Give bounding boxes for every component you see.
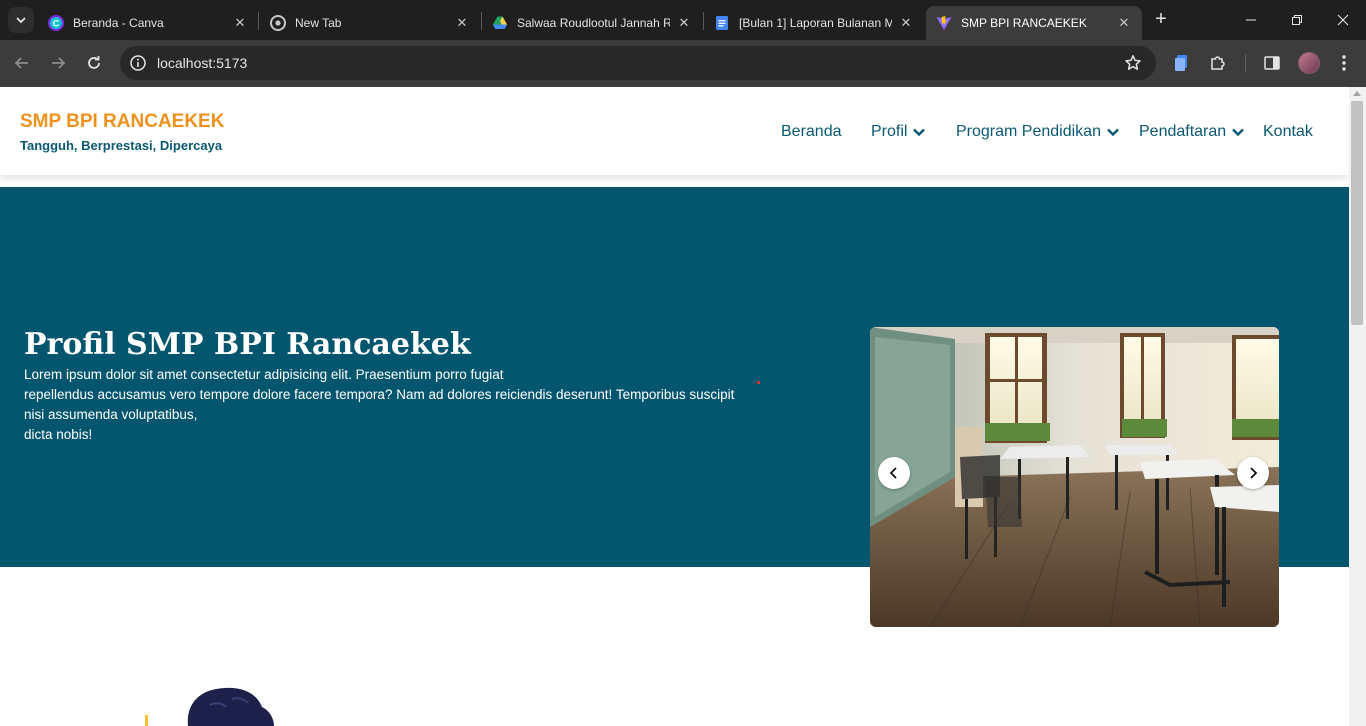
side-panel-button[interactable]	[1262, 53, 1282, 73]
vite-icon	[936, 15, 952, 31]
chevron-down-icon	[913, 128, 926, 137]
restore-button[interactable]	[1274, 0, 1320, 40]
scrollbar-thumb[interactable]	[1351, 101, 1363, 325]
hero-paragraph-line: nisi assumenda voluptatibus,	[24, 407, 198, 422]
carousel-prev-button[interactable]	[878, 457, 910, 489]
carousel-next-button[interactable]	[1237, 457, 1269, 489]
close-icon[interactable]: ✕	[232, 15, 248, 31]
url-text[interactable]: localhost:5173	[157, 55, 247, 71]
close-icon[interactable]: ✕	[454, 15, 470, 31]
forward-button[interactable]	[46, 51, 70, 75]
tab-search-button[interactable]	[8, 7, 34, 33]
tab-separator	[258, 12, 259, 30]
extensions-button[interactable]	[1208, 53, 1228, 73]
browser-tab-smp-bpi[interactable]: SMP BPI RANCAEKEK ✕	[926, 6, 1142, 40]
close-icon	[1337, 14, 1349, 26]
nav-item-profil[interactable]: Profil	[871, 121, 926, 143]
side-panel-icon	[1264, 56, 1280, 70]
nav-item-program-pendidikan[interactable]: Program Pendidikan	[956, 121, 1120, 143]
close-window-button[interactable]	[1320, 0, 1366, 40]
chevron-left-icon	[889, 467, 897, 479]
site-brand[interactable]: SMP BPI RANCAEKEK	[20, 111, 224, 133]
site-info-icon[interactable]	[129, 54, 147, 72]
reload-button[interactable]	[82, 51, 106, 75]
stray-red-dot	[757, 381, 760, 384]
tab-title: [Bulan 1] Laporan Bulanan M	[739, 16, 892, 30]
canva-icon: C	[48, 15, 64, 31]
hero-paragraph: Lorem ipsum dolor sit amet consectetur a…	[24, 365, 774, 445]
close-icon[interactable]: ✕	[676, 15, 692, 31]
address-bar[interactable]: localhost:5173	[120, 46, 1156, 80]
bookmark-star-icon[interactable]	[1124, 54, 1142, 72]
tab-title: Beranda - Canva	[73, 16, 164, 30]
close-icon[interactable]: ✕	[898, 15, 914, 31]
page-viewport: SMP BPI RANCAEKEK Tangguh, Berprestasi, …	[0, 87, 1349, 726]
hero-paragraph-line: Lorem ipsum dolor sit amet consectetur a…	[24, 367, 504, 382]
nav-item-pendaftaran[interactable]: Pendaftaran	[1139, 121, 1245, 143]
tab-title: SMP BPI RANCAEKEK	[961, 16, 1087, 30]
browser-tab-canva[interactable]: C Beranda - Canva ✕	[38, 6, 258, 40]
nav-label: Program Pendidikan	[956, 123, 1101, 140]
site-header: SMP BPI RANCAEKEK Tangguh, Berprestasi, …	[0, 87, 1349, 175]
nav-item-beranda[interactable]: Beranda	[781, 121, 842, 143]
browser-tab-google-docs[interactable]: [Bulan 1] Laporan Bulanan M ✕	[704, 6, 924, 40]
google-drive-icon	[492, 15, 508, 31]
google-docs-offline-button[interactable]	[1172, 53, 1192, 73]
classroom-photo	[870, 327, 1279, 627]
arrow-left-icon	[14, 57, 28, 69]
hero-paragraph-line: dicta nobis!	[24, 427, 93, 442]
browser-menu-button[interactable]	[1334, 53, 1354, 73]
arrow-right-icon	[52, 57, 66, 69]
google-docs-icon	[714, 15, 730, 31]
chevron-down-icon	[1232, 128, 1245, 137]
puzzle-icon	[1211, 56, 1225, 70]
chevron-right-icon	[1250, 467, 1258, 479]
nav-label: Pendaftaran	[1139, 123, 1227, 140]
back-button[interactable]	[10, 51, 34, 75]
hero-section: Profil SMP BPI Rancaekek Lorem ipsum dol…	[0, 187, 1349, 627]
character-illustration	[145, 687, 274, 726]
scroll-up-arrow-icon[interactable]	[1353, 91, 1361, 96]
nav-item-kontak[interactable]: Kontak	[1263, 121, 1313, 143]
tab-title: New Tab	[295, 16, 342, 30]
site-tagline: Tangguh, Berprestasi, Dipercaya	[20, 138, 223, 153]
hero-paragraph-line: repellendus accusamus vero tempore dolor…	[24, 387, 735, 402]
browser-tab-strip: C Beranda - Canva ✕ New Tab ✕ Salwaa Rou…	[0, 0, 1366, 40]
tab-title: Salwaa Roudlootul Jannah R	[517, 16, 670, 30]
reload-icon	[88, 56, 100, 69]
chevron-down-icon	[16, 17, 26, 24]
nav-label: Profil	[871, 123, 908, 140]
close-icon[interactable]: ✕	[1116, 15, 1132, 31]
chevron-down-icon	[1107, 128, 1119, 137]
svg-text:C: C	[53, 19, 60, 29]
browser-tab-google-drive[interactable]: Salwaa Roudlootul Jannah R ✕	[482, 6, 702, 40]
document-icon	[1175, 55, 1187, 71]
nav-label: Beranda	[781, 123, 842, 140]
chrome-icon	[270, 15, 286, 31]
nav-label: Kontak	[1263, 123, 1313, 140]
browser-toolbar: localhost:5173	[0, 40, 1366, 87]
minimize-button[interactable]	[1228, 0, 1274, 40]
browser-tab-new-tab[interactable]: New Tab ✕	[260, 6, 480, 40]
toolbar-divider	[1245, 54, 1246, 72]
profile-avatar[interactable]	[1298, 52, 1320, 74]
hero-title: Profil SMP BPI Rancaekek	[24, 327, 471, 362]
minimize-icon	[1246, 19, 1256, 21]
hero-image-carousel	[870, 327, 1279, 627]
page-scrollbar[interactable]	[1349, 87, 1366, 726]
more-vertical-icon	[1342, 55, 1346, 71]
restore-icon	[1292, 15, 1302, 25]
new-tab-button[interactable]: +	[1151, 9, 1171, 30]
